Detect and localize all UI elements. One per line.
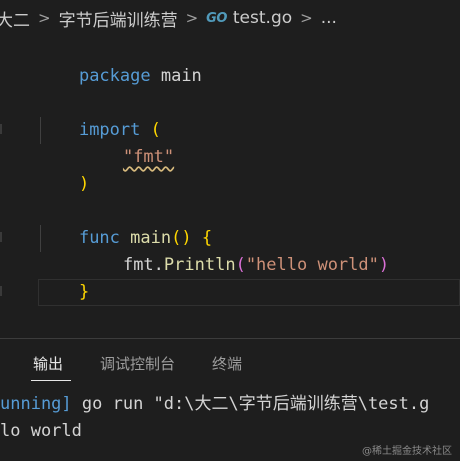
- output-result: lo world: [0, 421, 82, 441]
- chevron-right-icon: >: [38, 9, 51, 27]
- output-line-1: unning] go run "d:\大二\字节后端训练营\test.g: [0, 391, 429, 417]
- code-line-8: fmt.Println("hello world"): [82, 225, 389, 275]
- active-tab-indicator: [31, 380, 71, 381]
- tab-terminal[interactable]: 终端: [212, 353, 242, 374]
- function-call-println: Println: [163, 255, 236, 275]
- chevron-right-icon: >: [300, 9, 313, 27]
- tab-debug-console[interactable]: 调试控制台: [100, 353, 175, 374]
- code-line-4: "fmt": [82, 117, 174, 167]
- string-literal: "hello world": [245, 255, 379, 275]
- fold-marker: [0, 286, 2, 296]
- code-line-7: func main() {: [38, 198, 212, 248]
- fold-marker: [0, 124, 2, 134]
- keyword-package: package: [78, 66, 151, 86]
- go-file-icon: GO: [206, 10, 227, 26]
- close-brace: }: [78, 282, 90, 302]
- output-running-tag: unning]: [0, 394, 72, 414]
- code-line-9: }: [38, 252, 89, 302]
- import-path-string: "fmt": [122, 147, 175, 167]
- breadcrumb-folder-2[interactable]: 字节后端训练营: [59, 6, 178, 31]
- package-ref: fmt.: [122, 255, 164, 275]
- output-command: go run "d:\大二\字节后端训练营\test.g: [71, 394, 430, 414]
- code-line-1: package main: [38, 36, 202, 86]
- close-paren: ): [78, 174, 90, 194]
- code-line-3: import (: [38, 90, 161, 140]
- watermark: @稀土掘金技术社区: [362, 446, 452, 457]
- fold-marker: [0, 232, 2, 242]
- breadcrumb-folder-1[interactable]: 大二: [0, 6, 30, 31]
- breadcrumb-file[interactable]: test.go: [233, 8, 292, 28]
- code-editor[interactable]: package main import ( "fmt" ) func main(…: [0, 36, 460, 336]
- breadcrumb-symbols[interactable]: ...: [321, 8, 337, 28]
- tab-output[interactable]: 输出: [33, 353, 63, 374]
- bottom-panel: 输出 调试控制台 终端 unning] go run "d:\大二\字节后端训练…: [0, 338, 460, 461]
- panel-tabs: 输出 调试控制台 终端: [0, 339, 460, 383]
- chevron-right-icon: >: [185, 9, 199, 27]
- package-name: main: [150, 66, 202, 86]
- call-close-paren: ): [378, 255, 390, 275]
- output-line-2: lo world: [0, 418, 82, 444]
- code-line-5: ): [38, 144, 89, 194]
- breadcrumb: 大二 > 字节后端训练营 > GO test.go > ...: [0, 0, 460, 36]
- call-open-paren: (: [235, 255, 246, 275]
